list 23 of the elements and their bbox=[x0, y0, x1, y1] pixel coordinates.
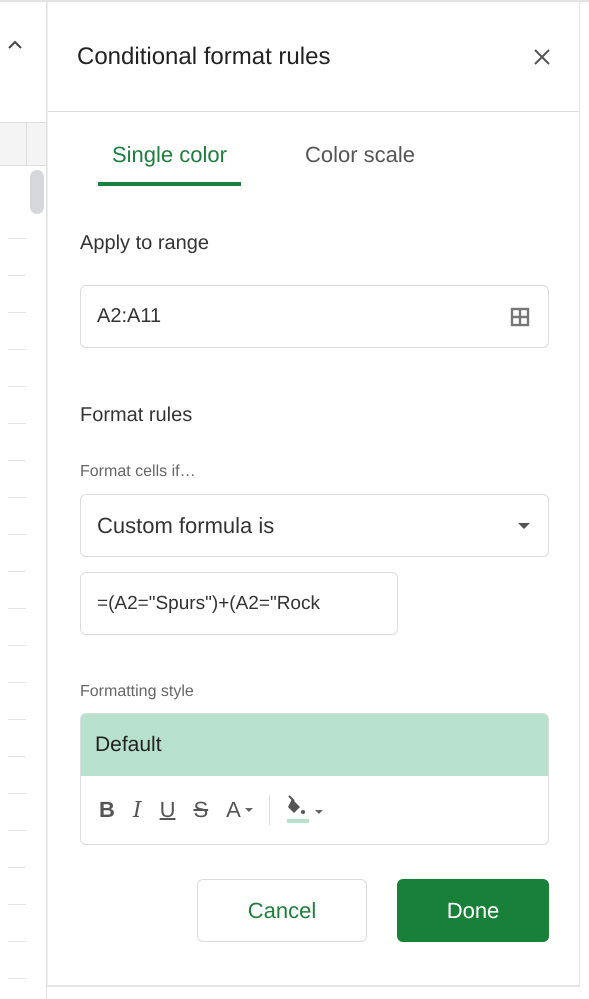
section-heading: Apply to range bbox=[80, 232, 210, 255]
tab[interactable]: Single color bbox=[98, 136, 241, 186]
done-button[interactable]: Done bbox=[397, 879, 549, 942]
formula-field[interactable]: =(A2="Spurs")+(A2="Rock bbox=[80, 572, 398, 635]
caret-icon bbox=[244, 808, 253, 812]
range-field[interactable]: A2:A11 bbox=[80, 285, 549, 348]
field-label: Formatting style bbox=[80, 683, 195, 701]
italic-button[interactable]: I bbox=[126, 796, 148, 824]
style-preview[interactable]: Default bbox=[81, 714, 548, 776]
strikethrough-button[interactable]: S bbox=[187, 795, 214, 825]
collapse-caret-icon[interactable] bbox=[8, 40, 22, 49]
dropdown-arrow-icon bbox=[518, 522, 530, 528]
cancel-button[interactable]: Cancel bbox=[197, 879, 367, 942]
underline-button[interactable]: U bbox=[154, 795, 182, 825]
scrollbar-thumb[interactable] bbox=[30, 170, 44, 214]
tab[interactable]: Color scale bbox=[290, 136, 429, 186]
grid-icon[interactable] bbox=[510, 306, 530, 326]
section-heading: Format rules bbox=[80, 404, 194, 427]
field-label: Format cells if… bbox=[80, 463, 197, 481]
bold-button[interactable]: B bbox=[93, 795, 121, 825]
panel-title: Conditional format rules bbox=[77, 42, 330, 70]
text-color-button[interactable]: A bbox=[220, 795, 259, 825]
condition-dropdown[interactable]: Custom formula is bbox=[80, 494, 549, 557]
